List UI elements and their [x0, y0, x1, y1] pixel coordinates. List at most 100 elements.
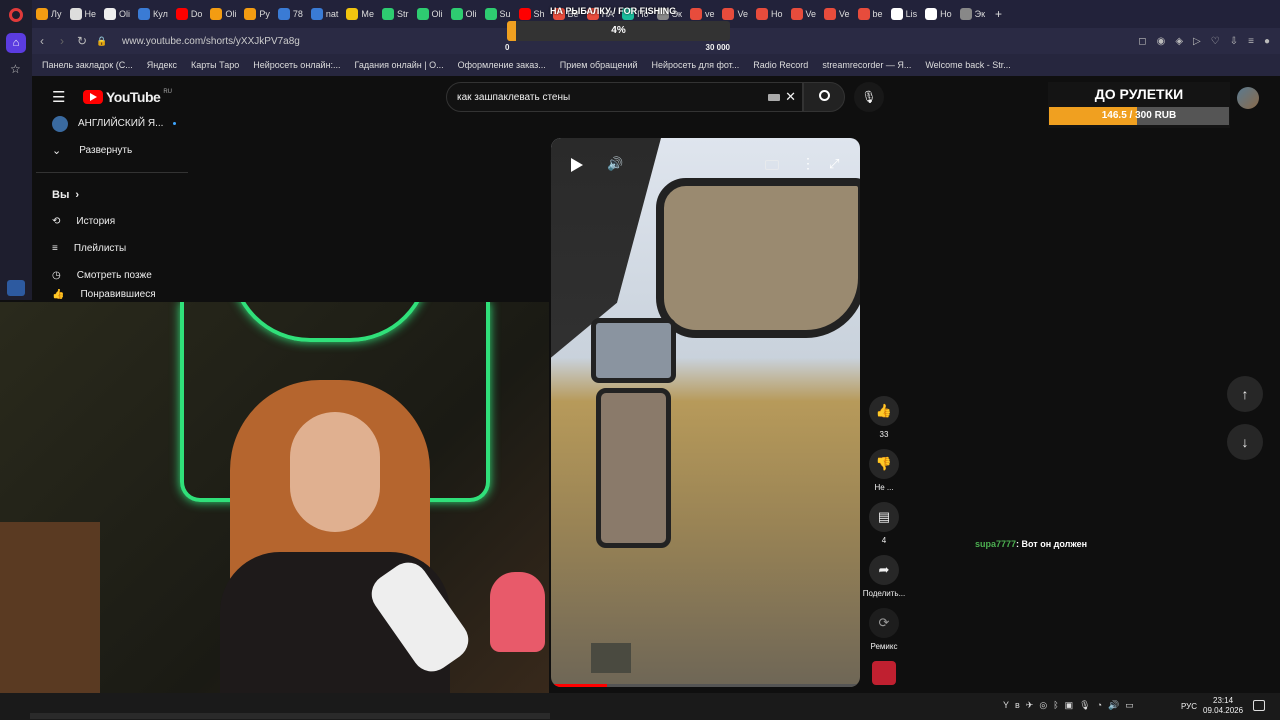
profile-icon[interactable]: ● — [1264, 36, 1270, 47]
keyboard-icon[interactable] — [768, 94, 780, 101]
speaker-icon[interactable]: 🔊 — [1108, 700, 1119, 711]
forward-icon[interactable]: › — [52, 34, 72, 48]
hamburger-icon[interactable]: ☰ — [52, 88, 65, 106]
browser-tab[interactable]: Ve — [820, 2, 854, 26]
bookmark-item[interactable]: streamrecorder — Я... — [822, 60, 911, 70]
bluetooth-icon[interactable]: ᛒ — [1053, 700, 1058, 711]
captions-icon[interactable] — [765, 160, 779, 170]
browser-tab[interactable]: Кул — [134, 2, 172, 26]
sidebar-item-label: Плейлисты — [73, 243, 127, 254]
microphone-icon: 🎙 — [861, 90, 877, 104]
bookmark-item[interactable]: Нейросеть онлайн:... — [253, 60, 340, 70]
keyboard-language[interactable]: РУС — [1181, 702, 1197, 711]
side-mirror-long — [596, 388, 671, 548]
browser-tab[interactable]: Oli — [447, 2, 481, 26]
search-button[interactable] — [803, 82, 845, 112]
download-icon[interactable]: ⇩ — [1230, 36, 1238, 47]
bookmark-item[interactable]: Яндекс — [147, 60, 177, 70]
avatar[interactable] — [1237, 87, 1259, 109]
browser-tab[interactable]: Но — [921, 2, 956, 26]
microphone-tray-icon[interactable]: 🎙 — [1079, 700, 1090, 711]
bookmark-item[interactable]: Оформление заказ... — [458, 60, 546, 70]
bookmark-item[interactable]: Welcome back - Str... — [925, 60, 1010, 70]
back-icon[interactable]: ‹ — [32, 34, 52, 48]
sidebar-item-playlists[interactable]: ≡ Плейлисты — [36, 235, 188, 262]
bookmark-item[interactable]: Прием обращений — [560, 60, 638, 70]
browser-tab[interactable]: Ve — [787, 2, 821, 26]
bookmark-item[interactable]: Панель закладок (С... — [42, 60, 133, 70]
tab-favicon-icon — [346, 8, 359, 20]
goal-min: 0 — [505, 43, 510, 52]
subscription-channel[interactable]: АНГЛИЙСКИЙ Я... — [36, 110, 188, 137]
tab-favicon-icon — [138, 8, 151, 20]
previous-short-button[interactable]: ↑ — [1227, 376, 1263, 412]
telegram-icon[interactable]: ✈ — [1026, 700, 1034, 711]
vk-icon[interactable]: в — [1015, 700, 1020, 711]
browser-tab[interactable]: 78 — [274, 2, 307, 26]
home-icon[interactable]: ⌂ — [6, 33, 26, 53]
yandex-icon[interactable]: Y — [1003, 700, 1009, 711]
bookmark-item[interactable]: Гадания онлайн | О... — [355, 60, 444, 70]
url-field[interactable]: www.youtube.com/shorts/yXXJkPV7a8g — [122, 36, 300, 47]
browser-tab[interactable]: Ме — [342, 2, 378, 26]
comments-button[interactable]: ▤ — [869, 502, 899, 532]
heart-icon[interactable]: ♡ — [1211, 36, 1220, 47]
dislike-button[interactable]: 👎 — [869, 449, 899, 479]
sound-thumbnail[interactable] — [872, 661, 896, 685]
browser-tab[interactable]: Oli — [100, 2, 134, 26]
like-count: 33 — [879, 430, 889, 439]
battery-icon[interactable]: ▭ — [1125, 700, 1134, 711]
fullscreen-icon[interactable]: ⤢ — [829, 156, 839, 172]
bookmark-item[interactable]: Нейросеть для фот... — [652, 60, 740, 70]
browser-tab[interactable]: Oli — [413, 2, 447, 26]
browser-tab[interactable]: Do — [172, 2, 207, 26]
menu-icon[interactable]: ≡ — [1248, 36, 1254, 47]
snapshot-icon[interactable]: ◻ — [1138, 36, 1146, 47]
browser-tab[interactable]: nat — [307, 2, 343, 26]
browser-tab[interactable]: Str — [378, 2, 413, 26]
sidebar-item-liked[interactable]: 👍 Понравившиеся — [36, 289, 188, 301]
remix-button[interactable]: ⟳ — [869, 608, 899, 638]
youtube-logo[interactable]: YouTube RU — [83, 89, 172, 105]
browser-tab[interactable]: Не — [66, 2, 101, 26]
search-input[interactable]: как зашпаклевать стены — [457, 92, 570, 103]
browser-tab[interactable]: Лу — [32, 2, 66, 26]
sidebar-item-history[interactable]: ⟲ История — [36, 208, 188, 235]
shorts-video[interactable]: 🔊 ⋮ ⤢ — [551, 138, 860, 687]
you-section-header[interactable]: Вы › — [36, 181, 188, 208]
star-icon[interactable]: ☆ — [10, 62, 21, 76]
new-tab-button[interactable]: + — [989, 7, 1008, 21]
share-button[interactable]: ➦ — [869, 555, 899, 585]
search-box[interactable]: как зашпаклевать стены ✕ — [446, 82, 803, 112]
wifi-icon[interactable]: ◔ — [1097, 700, 1102, 711]
more-options-icon[interactable]: ⋮ — [801, 155, 815, 172]
voice-search-button[interactable]: 🎙 — [854, 82, 884, 112]
reload-icon[interactable]: ↻ — [72, 34, 92, 48]
video-progress[interactable] — [551, 684, 860, 687]
browser-tab[interactable]: Lis — [887, 2, 922, 26]
browser-tab[interactable]: Но — [752, 2, 787, 26]
browser-tab[interactable]: Oli — [206, 2, 240, 26]
shield-tray-icon[interactable]: ▣ — [1065, 700, 1074, 711]
taskbar-clock[interactable]: 23:14 09.04.2026 — [1203, 696, 1243, 716]
app-icon[interactable] — [7, 280, 25, 296]
notifications-icon[interactable] — [1253, 700, 1265, 711]
bookmark-item[interactable]: Radio Record — [753, 60, 808, 70]
roulette-title: ДО РУЛЕТКИ — [1094, 86, 1184, 102]
browser-tab[interactable]: be — [854, 2, 887, 26]
volume-icon[interactable]: 🔊 — [607, 156, 623, 172]
next-short-button[interactable]: ↓ — [1227, 424, 1263, 460]
sidebar-item-watch-later[interactable]: ◷ Смотреть позже — [36, 262, 188, 289]
shield-icon[interactable]: ◈ — [1175, 36, 1183, 47]
like-button[interactable]: 👍 — [869, 396, 899, 426]
tab-favicon-icon — [277, 8, 290, 20]
browser-tab[interactable]: Эк — [956, 2, 989, 26]
expand-button[interactable]: ⌄ Развернуть — [36, 137, 188, 164]
browser-tab[interactable]: Py — [240, 2, 274, 26]
send-icon[interactable]: ▷ — [1193, 36, 1201, 47]
camera-icon[interactable]: ◉ — [1157, 36, 1166, 47]
steam-icon[interactable]: ◎ — [1039, 700, 1047, 711]
clear-search-icon[interactable]: ✕ — [785, 89, 796, 105]
play-icon[interactable] — [571, 158, 583, 172]
bookmark-item[interactable]: Карты Таро — [191, 60, 239, 70]
